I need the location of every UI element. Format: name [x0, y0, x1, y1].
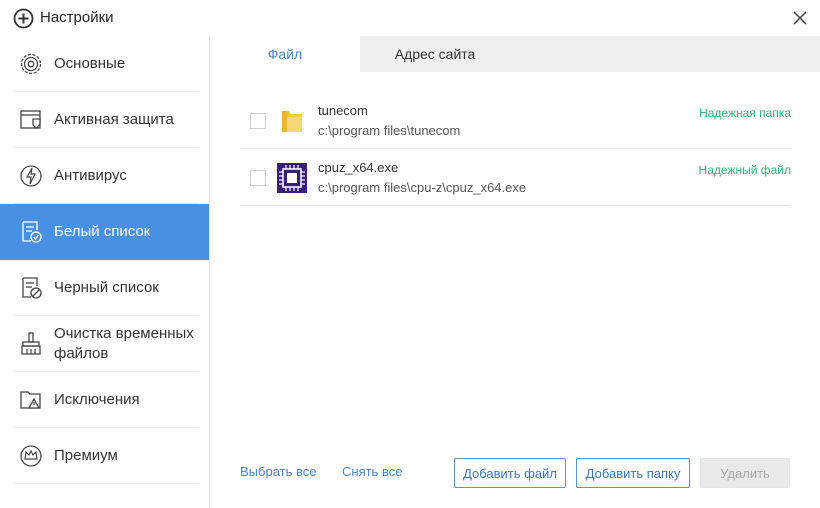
row-checkbox[interactable] — [250, 113, 266, 129]
blacklist-icon — [22, 277, 42, 299]
sidebar-item-antivirus[interactable]: Антивирус — [0, 148, 209, 204]
list-item[interactable]: tunecom c:\program files\tunecom Надежна… — [240, 92, 791, 149]
title-bar: Настройки — [0, 0, 820, 36]
lightning-circle-icon — [20, 165, 42, 187]
close-icon[interactable] — [790, 8, 810, 28]
sidebar-item-general[interactable]: Основные — [0, 36, 209, 92]
select-all-link[interactable]: Выбрать все — [240, 464, 316, 479]
divider — [14, 483, 199, 484]
sidebar-item-label: Очистка временных файлов — [54, 325, 194, 362]
broom-icon — [21, 332, 41, 355]
tab-bar: Файл Адрес сайта — [210, 36, 820, 72]
sidebar-item-label: Активная защита — [54, 111, 174, 128]
status-badge: Надежный файл — [698, 163, 791, 177]
add-folder-button[interactable]: Добавить папку — [576, 458, 690, 488]
folder-icon — [282, 111, 302, 132]
tab-site-address[interactable]: Адрес сайта — [360, 36, 510, 72]
sidebar: Основные Активная защита Антивирус Белый… — [0, 36, 210, 508]
tab-file[interactable]: Файл — [210, 36, 360, 72]
row-checkbox[interactable] — [250, 170, 266, 186]
sidebar-item-whitelist[interactable]: Белый список — [0, 204, 209, 260]
delete-button[interactable]: Удалить — [700, 458, 790, 488]
entry-name: tunecom — [318, 103, 368, 118]
sidebar-item-temp-cleanup[interactable]: Очистка временных файлов — [0, 316, 209, 372]
sidebar-item-active-protection[interactable]: Активная защита — [0, 92, 209, 148]
shield-window-icon — [20, 110, 41, 129]
window-title: Настройки — [40, 9, 114, 26]
sidebar-item-label: Основные — [54, 55, 126, 72]
sidebar-item-label: Антивирус — [54, 167, 127, 184]
deselect-all-link[interactable]: Снять все — [342, 464, 402, 479]
cpu-z-icon — [277, 163, 307, 193]
sidebar-item-label: Исключения — [54, 391, 140, 408]
entry-path: c:\program files\tunecom — [318, 123, 461, 138]
sidebar-item-label: Черный список — [54, 279, 159, 296]
app-plus-icon — [13, 8, 34, 29]
folder-warning-icon — [20, 391, 41, 409]
sidebar-item-label: Премиум — [54, 447, 118, 464]
sidebar-item-label: Белый список — [54, 223, 151, 240]
status-badge: Надежная папка — [699, 106, 791, 120]
sidebar-item-exclusions[interactable]: Исключения — [0, 372, 209, 428]
entry-path: c:\program files\cpu-z\cpuz_x64.exe — [318, 180, 527, 195]
whitelist-icon — [22, 221, 42, 243]
sidebar-item-premium[interactable]: Премиум — [0, 428, 209, 484]
crown-icon — [20, 445, 42, 467]
list-item[interactable]: cpuz_x64.exe c:\program files\cpu-z\cpuz… — [240, 149, 791, 206]
sidebar-item-blacklist[interactable]: Черный список — [0, 260, 209, 316]
gear-icon — [20, 53, 42, 75]
entry-name: cpuz_x64.exe — [318, 160, 399, 175]
add-file-button[interactable]: Добавить файл — [454, 458, 566, 488]
